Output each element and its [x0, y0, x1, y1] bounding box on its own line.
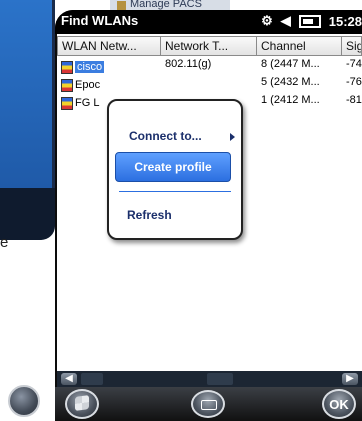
background-window — [0, 0, 55, 417]
channel-cell: 8 (2447 M... — [261, 58, 320, 70]
network-type-cell — [161, 76, 257, 94]
table-row[interactable]: cisco 802.11(g) 8 (2447 M... -74 — [57, 58, 362, 76]
col-network-type[interactable]: Network T... — [161, 36, 257, 56]
background-taskbar — [0, 188, 55, 417]
wlan-name-cell[interactable]: Epoc — [57, 76, 161, 94]
keyboard-button[interactable] — [191, 390, 225, 418]
network-type-cell: 802.11(g) — [165, 58, 212, 70]
scroll-right-icon[interactable]: ▶ — [342, 373, 358, 385]
menu-item-create-profile[interactable]: Create profile — [115, 152, 231, 182]
ok-button[interactable]: OK — [322, 389, 356, 419]
wlan-name-cell[interactable]: cisco — [57, 58, 161, 76]
background-letter: e — [0, 234, 9, 251]
col-signal[interactable]: Sig — [342, 36, 362, 56]
volume-icon[interactable]: ◀ — [281, 13, 291, 29]
signal-cell: -74 — [346, 58, 362, 70]
status-area: ⚙ ◀ 15:28 — [261, 13, 362, 29]
table-row[interactable]: Epoc 5 (2432 M... -76 — [57, 76, 362, 94]
manage-pacs-icon — [117, 1, 126, 10]
signal-cell: -81 — [346, 94, 362, 106]
horizontal-scrollbar[interactable]: ◀ ▶ — [57, 371, 362, 387]
wlan-name: FG L — [75, 97, 100, 109]
battery-icon[interactable] — [298, 14, 321, 28]
wlan-list-screen: WLAN Netw... Network T... Channel Sig ci… — [57, 34, 362, 387]
signal-cell: -76 — [346, 76, 362, 88]
submenu-arrow-icon — [230, 133, 235, 141]
bottom-softkey-bar: OK — [55, 387, 362, 421]
keyboard-icon — [201, 400, 217, 410]
windows-logo-icon — [75, 395, 89, 411]
wlan-name: Epoc — [75, 79, 101, 91]
wlan-name: cisco — [75, 61, 105, 73]
channel-cell: 5 (2432 M... — [261, 76, 320, 88]
clock[interactable]: 15:28 — [329, 14, 362, 29]
start-button[interactable] — [65, 389, 99, 419]
col-channel[interactable]: Channel — [257, 36, 342, 56]
manage-pacs-label: Manage PACS — [130, 0, 202, 10]
menu-item-connect[interactable]: Connect to... — [129, 129, 202, 143]
wifi-signal-icon — [61, 60, 73, 74]
menu-separator — [119, 191, 231, 192]
background-start-icon — [8, 385, 40, 417]
background-screen — [0, 0, 52, 188]
menu-item-refresh[interactable]: Refresh — [127, 208, 172, 222]
network-sync-icon[interactable]: ⚙ — [261, 13, 273, 29]
window-title: Find WLANs — [61, 13, 139, 28]
title-bar: Find WLANs ⚙ ◀ 15:28 — [55, 10, 362, 34]
main-device: Find WLANs ⚙ ◀ 15:28 WLAN Netw... Networ… — [55, 10, 362, 421]
col-wlan-network[interactable]: WLAN Netw... — [57, 36, 161, 56]
scroll-left-icon[interactable]: ◀ — [61, 373, 77, 385]
wifi-signal-icon — [61, 96, 73, 110]
wifi-signal-icon — [61, 78, 73, 92]
table-header: WLAN Netw... Network T... Channel Sig — [57, 36, 362, 58]
context-menu: Connect to... Create profile Refresh — [107, 99, 243, 240]
scroll-thumb[interactable] — [81, 373, 103, 385]
channel-cell: 1 (2412 M... — [261, 94, 320, 106]
scroll-track-grip[interactable] — [207, 373, 233, 385]
